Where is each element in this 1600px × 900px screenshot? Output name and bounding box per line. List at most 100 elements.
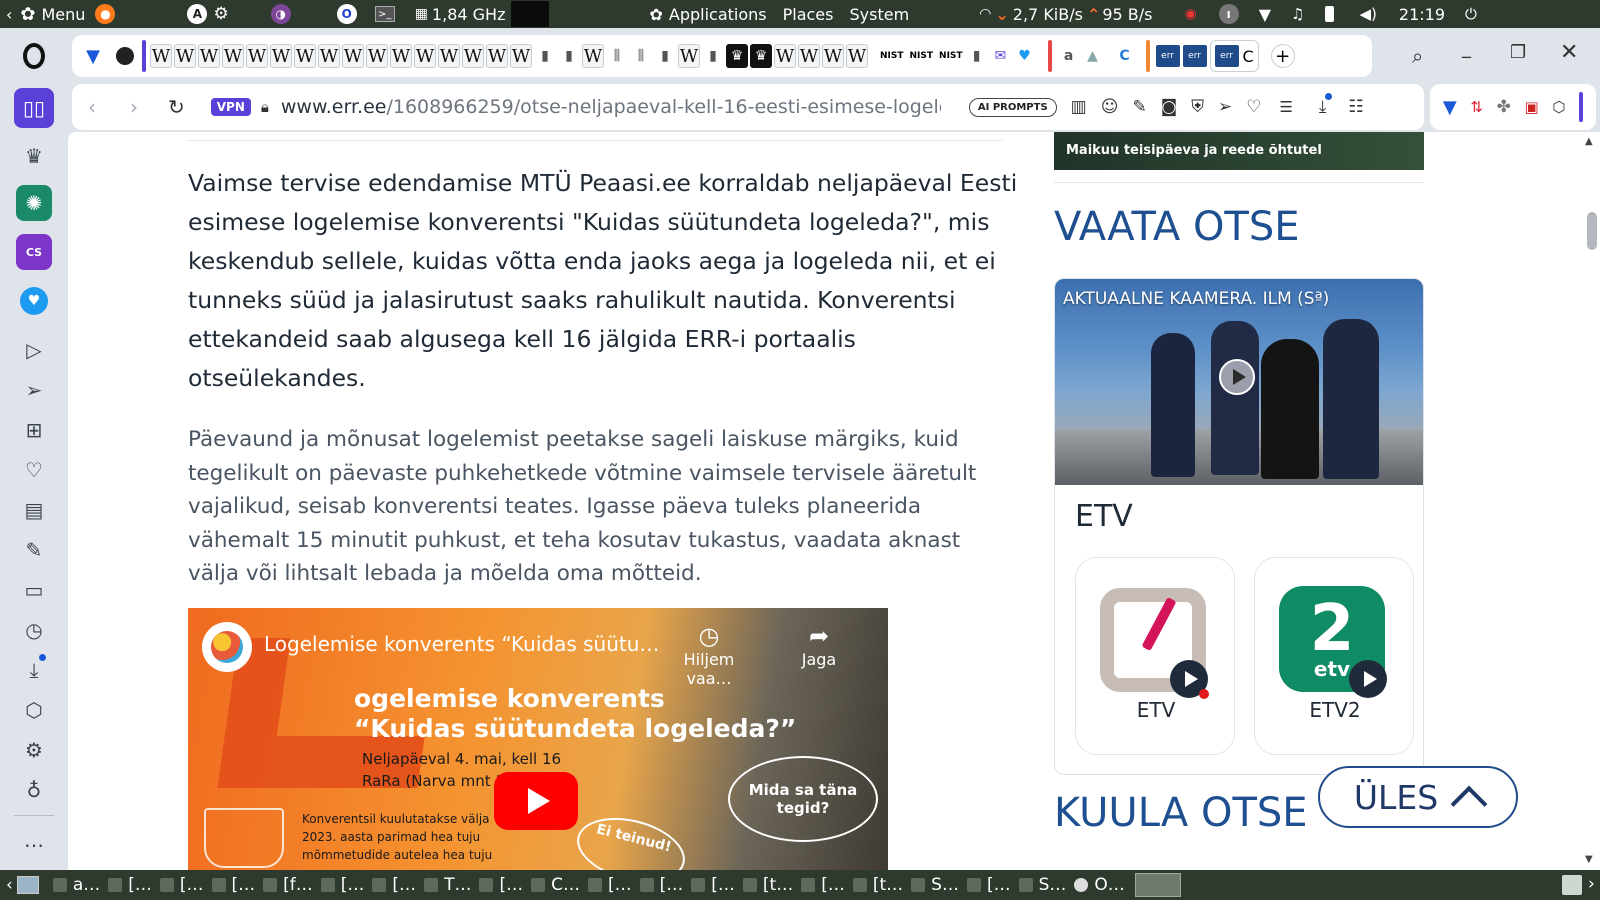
- taskbar-item[interactable]: [t…: [742, 870, 793, 900]
- tab-document-2[interactable]: ▮: [558, 44, 580, 68]
- clock[interactable]: 21:19: [1399, 0, 1445, 28]
- taskbar-active-window[interactable]: [1134, 873, 1181, 897]
- taskbar-item[interactable]: […: [211, 870, 255, 900]
- video-title[interactable]: Logelemise konverents “Kuidas süütu…: [264, 632, 664, 656]
- tab-nist-3[interactable]: NIST: [939, 51, 963, 61]
- tab-pinned-shield[interactable]: ▼: [80, 43, 106, 69]
- scroll-up-arrow-icon[interactable]: ▲: [1585, 136, 1593, 147]
- taskbar-item[interactable]: […: [639, 870, 683, 900]
- tab-document-4[interactable]: ▮: [702, 44, 724, 68]
- taskbar-item[interactable]: S…: [911, 870, 959, 900]
- cpu-monitor[interactable]: ▦ 1,84 GHz: [415, 0, 506, 28]
- reload-button[interactable]: ↻: [168, 95, 185, 119]
- watch-later-button[interactable]: ◷ Hiljem vaa…: [664, 622, 754, 688]
- tab-triangle[interactable]: ▲: [1082, 44, 1104, 68]
- sidebar-player[interactable]: ▷: [14, 332, 54, 368]
- back-to-top-button[interactable]: ÜLES: [1318, 766, 1518, 828]
- tab-wiki-20[interactable]: W: [798, 44, 820, 68]
- indicator-status[interactable]: ı: [1218, 0, 1239, 28]
- tab-wiki-17[interactable]: W: [582, 44, 604, 68]
- page-scrollbar[interactable]: ▲ ▼: [1580, 132, 1600, 870]
- panel-back-arrow[interactable]: ‹: [6, 0, 12, 28]
- sidebar-speed-dial[interactable]: ⊞: [14, 412, 54, 448]
- new-tab-button[interactable]: +: [1270, 44, 1295, 68]
- tab-document-1[interactable]: ▮: [534, 44, 556, 68]
- sidebar-settings[interactable]: ⚙: [14, 732, 54, 768]
- search-tabs-button[interactable]: ⌕: [1412, 44, 1423, 68]
- tab-crown-2[interactable]: ♛: [750, 44, 772, 68]
- taskbar-item[interactable]: […: [691, 870, 735, 900]
- scrollbar-thumb[interactable]: [1587, 212, 1597, 250]
- taskbar-item[interactable]: [f…: [263, 870, 313, 900]
- taskbar-item[interactable]: O…: [1074, 870, 1125, 900]
- tab-pinned-github[interactable]: [112, 43, 138, 69]
- tab-wiki-1[interactable]: W: [150, 44, 172, 68]
- sidebar-cs[interactable]: CS: [16, 234, 52, 270]
- tab-amazon[interactable]: a: [1058, 44, 1080, 68]
- bookmark-heart-button[interactable]: ♡: [1246, 97, 1261, 117]
- sidebar-reader[interactable]: ▯▯: [14, 88, 54, 128]
- sidebar-twitter[interactable]: ♥: [14, 283, 54, 319]
- extension-cube[interactable]: ⬡: [1552, 98, 1565, 116]
- tab-wiki-7[interactable]: W: [294, 44, 316, 68]
- sidebar-send[interactable]: ➢: [14, 372, 54, 408]
- tab-err-2[interactable]: err: [1182, 45, 1207, 67]
- tab-wiki-16[interactable]: W: [510, 44, 532, 68]
- taskbar-item[interactable]: T…: [424, 870, 471, 900]
- tab-wiki-12[interactable]: W: [414, 44, 436, 68]
- tab-wiki-6[interactable]: W: [270, 44, 292, 68]
- sidebar-extensions[interactable]: ⬡: [14, 692, 54, 728]
- sidebar-tips[interactable]: ♁: [14, 772, 54, 808]
- channel-etv[interactable]: ETV: [1075, 557, 1235, 755]
- tab-wiki-14[interactable]: W: [462, 44, 484, 68]
- extension-sync[interactable]: ⇅: [1470, 98, 1483, 116]
- battery-indicator[interactable]: [1324, 0, 1334, 28]
- downloads-button[interactable]: ⤓: [1319, 93, 1333, 117]
- sidebar-history[interactable]: ◷: [14, 612, 54, 648]
- volume-indicator[interactable]: ◀): [1360, 0, 1377, 28]
- tor-launcher[interactable]: ◑: [270, 0, 291, 28]
- tab-wiki-15[interactable]: W: [486, 44, 508, 68]
- system-menu[interactable]: System: [849, 0, 909, 28]
- tab-wiki-10[interactable]: W: [366, 44, 388, 68]
- taskbar-item[interactable]: a…: [52, 870, 100, 900]
- tab-equalizer-2[interactable]: ⫼: [630, 44, 652, 68]
- ai-prompts-button[interactable]: AI PROMPTS: [968, 97, 1057, 117]
- taskbar-item[interactable]: S…: [1018, 870, 1066, 900]
- edit-button[interactable]: ✎: [1132, 97, 1146, 117]
- taskbar-item[interactable]: […: [320, 870, 364, 900]
- taskbar-item[interactable]: […: [108, 870, 152, 900]
- tab-wiki-8[interactable]: W: [318, 44, 340, 68]
- sidebar-crown[interactable]: ♛: [14, 138, 54, 174]
- easy-setup-button[interactable]: ☷: [1348, 97, 1363, 117]
- back-button[interactable]: ‹: [88, 95, 96, 119]
- terminal-launcher[interactable]: >_: [374, 0, 395, 28]
- forward-button[interactable]: ›: [130, 95, 138, 119]
- opera-launcher[interactable]: O: [336, 0, 357, 28]
- notifications-indicator[interactable]: ♫: [1291, 0, 1304, 28]
- taskbar-item[interactable]: […: [372, 870, 416, 900]
- tab-wiki-5[interactable]: W: [246, 44, 268, 68]
- tab-wiki-18[interactable]: W: [678, 44, 700, 68]
- tab-nist-1[interactable]: NIST: [880, 51, 904, 61]
- extension-puzzle[interactable]: ✤: [1497, 97, 1511, 117]
- minimize-button[interactable]: _: [1462, 38, 1471, 59]
- tab-refresh-c[interactable]: C: [1114, 44, 1136, 68]
- tab-equalizer-1[interactable]: ⫼: [606, 44, 628, 68]
- tab-mail[interactable]: ✉: [990, 44, 1012, 68]
- live-heading[interactable]: VAATA OTSE: [1054, 204, 1300, 250]
- taskbar-item[interactable]: C…: [531, 870, 580, 900]
- taskbar-scroll-right[interactable]: ›: [1588, 874, 1595, 894]
- show-desktop-button[interactable]: [16, 876, 39, 894]
- tab-crown-1[interactable]: ♛: [726, 44, 748, 68]
- sidebar-tabs[interactable]: ▭: [14, 572, 54, 608]
- sidebar-bookmarks[interactable]: ♡: [14, 452, 54, 488]
- taskbar-item[interactable]: [t…: [852, 870, 903, 900]
- taskbar-item[interactable]: […: [587, 870, 632, 900]
- sidebar-chatgpt[interactable]: ✺: [16, 185, 52, 221]
- tab-wiki-2[interactable]: W: [174, 44, 196, 68]
- tab-document-3[interactable]: ▮: [654, 44, 676, 68]
- tab-twitter[interactable]: ♥: [1014, 44, 1036, 68]
- launcher-a[interactable]: A: [187, 0, 208, 28]
- tab-wiki-21[interactable]: W: [822, 44, 844, 68]
